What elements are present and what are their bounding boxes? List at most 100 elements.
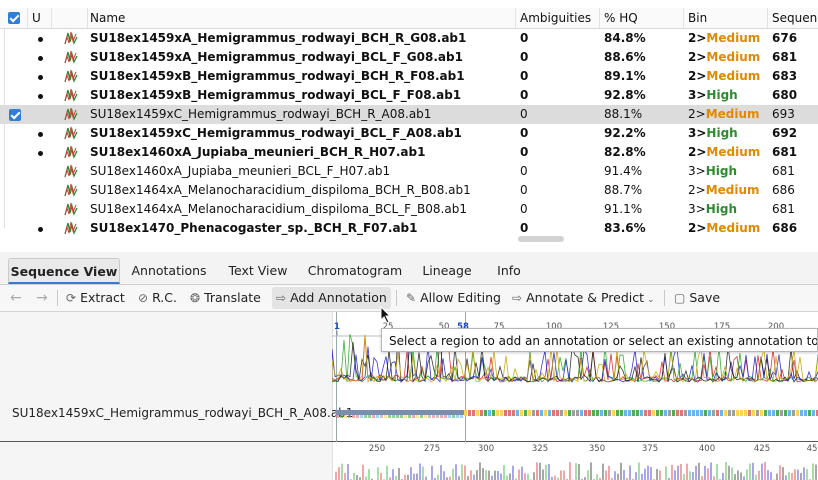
table-row[interactable]: SU18ex1459xB_Hemigrammus_rodwayi_BCL_F_F… <box>0 86 818 105</box>
annotate-predict-button[interactable]: ⇨ Annotate & Predict ⌄ <box>512 287 655 309</box>
table-row[interactable]: SU18ex1460xA_Jupiaba_meunieri_BCL_F_H07.… <box>0 162 818 181</box>
base-call <box>392 415 395 418</box>
table-row[interactable]: SU18ex1460xA_Jupiaba_meunieri_BCH_R_H07.… <box>0 143 818 162</box>
base-call <box>660 410 663 416</box>
extract-button[interactable]: ⟳ Extract <box>66 287 125 309</box>
unread-cell <box>28 48 52 67</box>
tab-text-view[interactable]: Text View <box>222 258 294 284</box>
chromatogram-icon <box>52 143 88 162</box>
base-call <box>768 410 771 416</box>
table-row[interactable]: SU18ex1464xA_Melanocharacidium_dispiloma… <box>0 181 818 200</box>
base-call <box>492 410 495 416</box>
base-call <box>408 415 411 418</box>
unread-dot-icon <box>38 132 43 137</box>
row-name: SU18ex1459xC_Hemigrammus_rodwayi_BCL_F_A… <box>90 126 462 140</box>
reverse-complement-icon: ⊘ <box>138 291 149 305</box>
row-hq: 88.1% <box>604 107 643 121</box>
bin-label: Medium <box>706 69 761 83</box>
row-name: SU18ex1459xA_Hemigrammus_rodwayi_BCH_R_G… <box>90 31 467 45</box>
table-row[interactable]: SU18ex1459xC_Hemigrammus_rodwayi_BCL_F_A… <box>0 124 818 143</box>
base-call <box>496 410 499 416</box>
column-header-ambiguities[interactable]: Ambiguities <box>516 8 600 28</box>
table-row[interactable]: SU18ex1459xC_Hemigrammus_rodwayi_BCH_R_A… <box>0 105 818 124</box>
table-row[interactable]: SU18ex1464xA_Melanocharacidium_dispiloma… <box>0 200 818 219</box>
tab-lineage[interactable]: Lineage <box>416 258 478 284</box>
base-call <box>396 415 399 418</box>
translate-button[interactable]: ❂ Translate <box>190 287 261 309</box>
row-name: SU18ex1459xB_Hemigrammus_rodwayi_BCH_R_F… <box>90 69 465 83</box>
row-name: SU18ex1459xA_Hemigrammus_rodwayi_BCL_F_G… <box>90 50 463 64</box>
save-button[interactable]: ▢ Save <box>674 287 720 309</box>
base-call <box>796 410 799 416</box>
base-call <box>424 415 427 418</box>
bin-label: Medium <box>706 50 761 64</box>
row-checkbox[interactable] <box>9 109 21 121</box>
table-row[interactable]: SU18ex1459xA_Hemigrammus_rodwayi_BCL_F_G… <box>0 48 818 67</box>
base-call <box>720 410 723 416</box>
horizontal-scrollbar[interactable] <box>518 236 564 242</box>
row-bin: 2>Medium <box>688 219 768 236</box>
base-call <box>628 410 631 416</box>
back-arrow-icon[interactable]: ← <box>10 287 22 309</box>
base-call <box>556 410 559 416</box>
base-call <box>372 415 375 418</box>
bin-label: Medium <box>705 107 760 121</box>
ruler-tick-label: 425 <box>754 444 770 454</box>
base-call <box>572 410 575 416</box>
add-annotation-button[interactable]: ⇨ Add Annotation <box>272 287 391 309</box>
table-row[interactable]: SU18ex1459xB_Hemigrammus_rodwayi_BCH_R_F… <box>0 67 818 86</box>
row-sequence-length: 681 <box>772 50 798 64</box>
select-all-checkbox[interactable] <box>8 12 20 24</box>
column-header-hq[interactable]: % HQ <box>600 8 684 28</box>
base-call <box>676 410 679 416</box>
base-call <box>520 410 523 416</box>
forward-arrow-icon[interactable]: → <box>36 287 48 309</box>
base-call <box>548 410 551 416</box>
column-header-icon[interactable] <box>52 8 88 28</box>
annotation-icon: ⇨ <box>276 291 287 305</box>
row-bin: 3>High <box>688 124 768 143</box>
base-call <box>432 415 435 418</box>
base-call <box>772 410 775 416</box>
unread-dot-icon <box>38 56 43 61</box>
allow-editing-label: Allow Editing <box>420 290 501 305</box>
row-name: SU18ex1464xA_Melanocharacidium_dispiloma… <box>90 202 467 216</box>
row-bin: 2>Medium <box>688 181 768 200</box>
toolbar-divider <box>664 290 665 306</box>
column-header-name[interactable]: Name <box>88 8 516 28</box>
base-call <box>336 415 339 418</box>
base-call <box>800 410 803 416</box>
row-ambiguities: 0 <box>520 69 529 83</box>
unread-cell <box>28 105 52 124</box>
table-row[interactable]: SU18ex1470_Phenacogaster_sp._BCH_R_F07.a… <box>0 219 818 236</box>
bin-label: High <box>706 88 738 102</box>
select-all-header[interactable] <box>0 8 28 28</box>
column-header-sequence[interactable]: Sequence <box>768 8 818 28</box>
base-call <box>540 410 543 416</box>
base-call <box>752 410 755 416</box>
tab-chromatogram[interactable]: Chromatogram <box>304 258 406 284</box>
tab-sequence-view[interactable]: Sequence View <box>8 258 120 284</box>
base-call <box>608 410 611 416</box>
row-bin: 2>Medium <box>688 67 768 86</box>
base-call <box>740 410 743 416</box>
reverse-complement-button[interactable]: ⊘ R.C. <box>138 287 177 309</box>
table-row[interactable]: SU18ex1459xA_Hemigrammus_rodwayi_BCH_R_G… <box>0 29 818 48</box>
base-call <box>624 410 627 416</box>
chevron-down-icon: ⌄ <box>647 295 655 305</box>
base-call <box>812 410 815 416</box>
column-header-u[interactable]: U <box>28 8 52 28</box>
bin-number: 3> <box>688 202 706 216</box>
base-call <box>484 410 487 416</box>
allow-editing-button[interactable]: ✎ Allow Editing <box>406 287 501 309</box>
tab-annotations[interactable]: Annotations <box>126 258 212 284</box>
column-header-bin[interactable]: Bin <box>684 8 768 28</box>
row-bin: 3>High <box>688 86 768 105</box>
row-sequence-length: 676 <box>772 31 798 45</box>
row-hq: 92.2% <box>604 126 646 140</box>
tab-info[interactable]: Info <box>488 258 530 284</box>
base-call <box>428 415 431 418</box>
row-hq: 88.6% <box>604 50 646 64</box>
ruler-tick-label: 1 <box>334 322 340 332</box>
base-call <box>564 410 567 416</box>
